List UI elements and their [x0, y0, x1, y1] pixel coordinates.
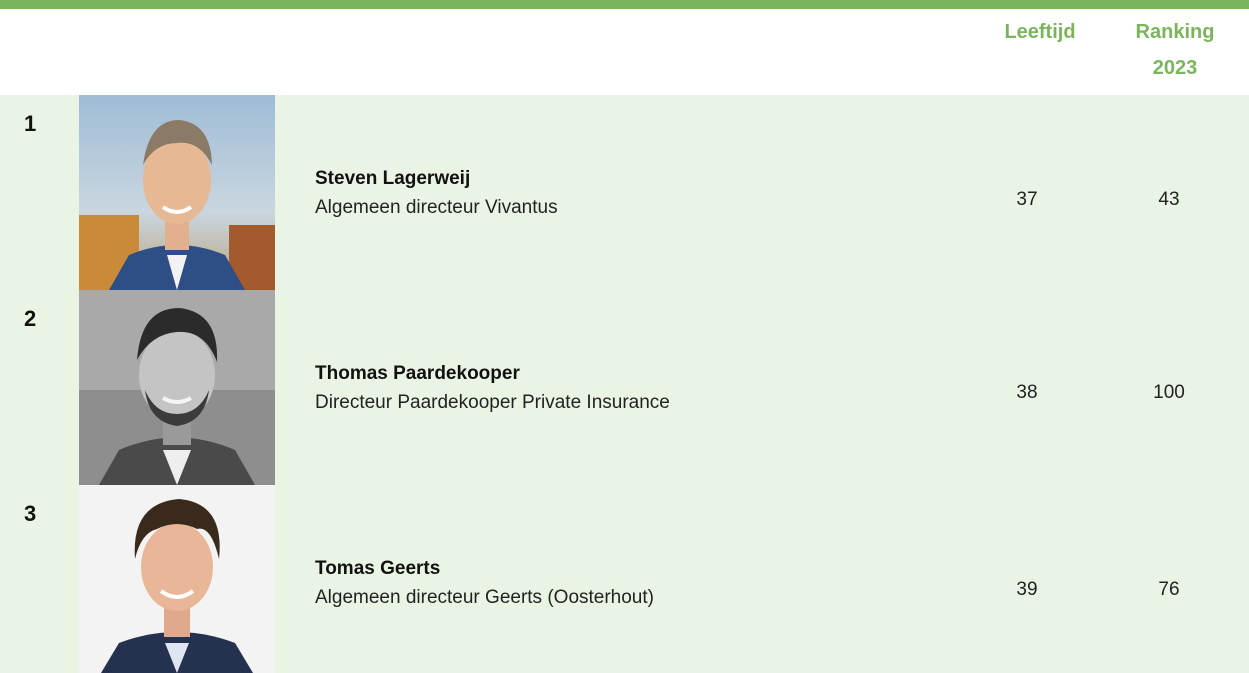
- ranking-value: 100: [1153, 382, 1185, 403]
- person-photo: [79, 485, 275, 673]
- table-row: 2 Thomas Paardekooper Directeur Paardeko…: [0, 290, 1249, 485]
- ranking-column-header: Ranking 2023: [1115, 12, 1235, 88]
- table-row: 3 Tomas Geerts Algemeen directeur Geerts…: [0, 485, 1249, 673]
- age-column-header: Leeftijd: [980, 12, 1100, 52]
- age-value: 37: [1016, 189, 1038, 210]
- ranking-value: 76: [1158, 579, 1180, 600]
- rank-number: 1: [24, 111, 37, 136]
- person-name: Steven Lagerweij: [315, 168, 471, 189]
- age-header-label: Leeftijd: [1004, 21, 1076, 43]
- ranking-header-line1: Ranking: [1135, 21, 1215, 43]
- person-info: Steven Lagerweij Algemeen directeur Viva…: [315, 165, 558, 223]
- person-title: Algemeen directeur Geerts (Oosterhout): [315, 587, 654, 608]
- ranking-header-line2: 2023: [1152, 57, 1198, 79]
- person-name: Thomas Paardekooper: [315, 363, 520, 384]
- portrait-image: [79, 485, 275, 673]
- accent-bar: [0, 0, 1249, 9]
- portrait-image: [79, 290, 275, 485]
- person-photo: [79, 95, 275, 290]
- portrait-image: [79, 95, 275, 290]
- person-title: Directeur Paardekooper Private Insurance: [315, 392, 670, 413]
- rank-number: 2: [24, 306, 37, 331]
- age-value: 39: [1016, 579, 1038, 600]
- person-title: Algemeen directeur Vivantus: [315, 197, 558, 218]
- ranking-value: 43: [1158, 189, 1180, 210]
- person-info: Tomas Geerts Algemeen directeur Geerts (…: [315, 555, 654, 613]
- age-value: 38: [1016, 382, 1038, 403]
- person-name: Tomas Geerts: [315, 558, 441, 579]
- rank-number: 3: [24, 501, 37, 526]
- person-photo: [79, 290, 275, 485]
- person-info: Thomas Paardekooper Directeur Paardekoop…: [315, 360, 670, 418]
- table-row: 1 Steven Lagerweij Algemeen directeur Vi…: [0, 95, 1249, 290]
- ranking-page: Leeftijd Ranking 2023 1 Steven Lagerweij…: [0, 0, 1249, 673]
